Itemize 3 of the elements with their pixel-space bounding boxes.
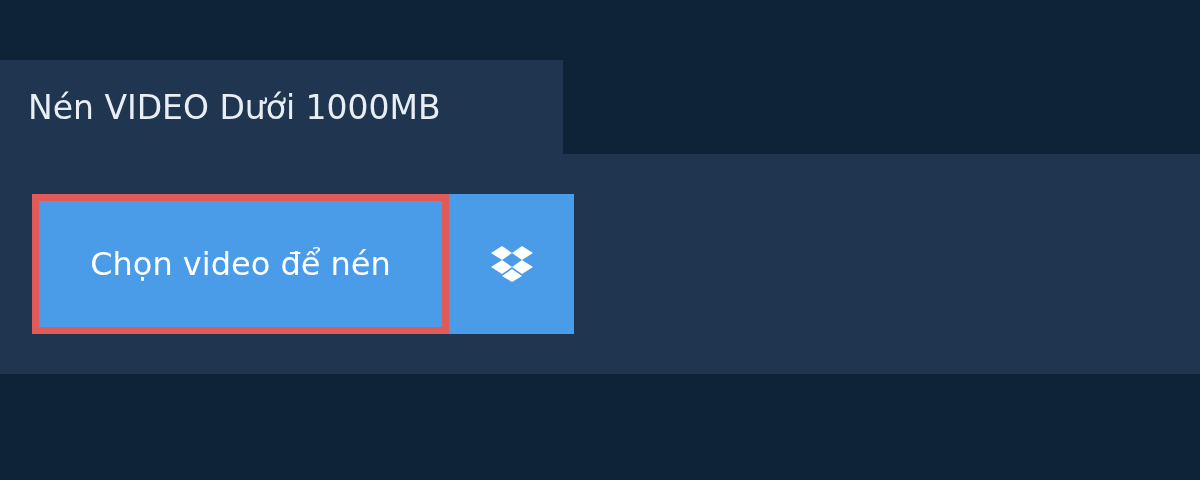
choose-video-button[interactable]: Chọn video để nén — [32, 194, 449, 334]
dropbox-button[interactable] — [449, 194, 574, 334]
dropbox-icon — [490, 246, 533, 282]
